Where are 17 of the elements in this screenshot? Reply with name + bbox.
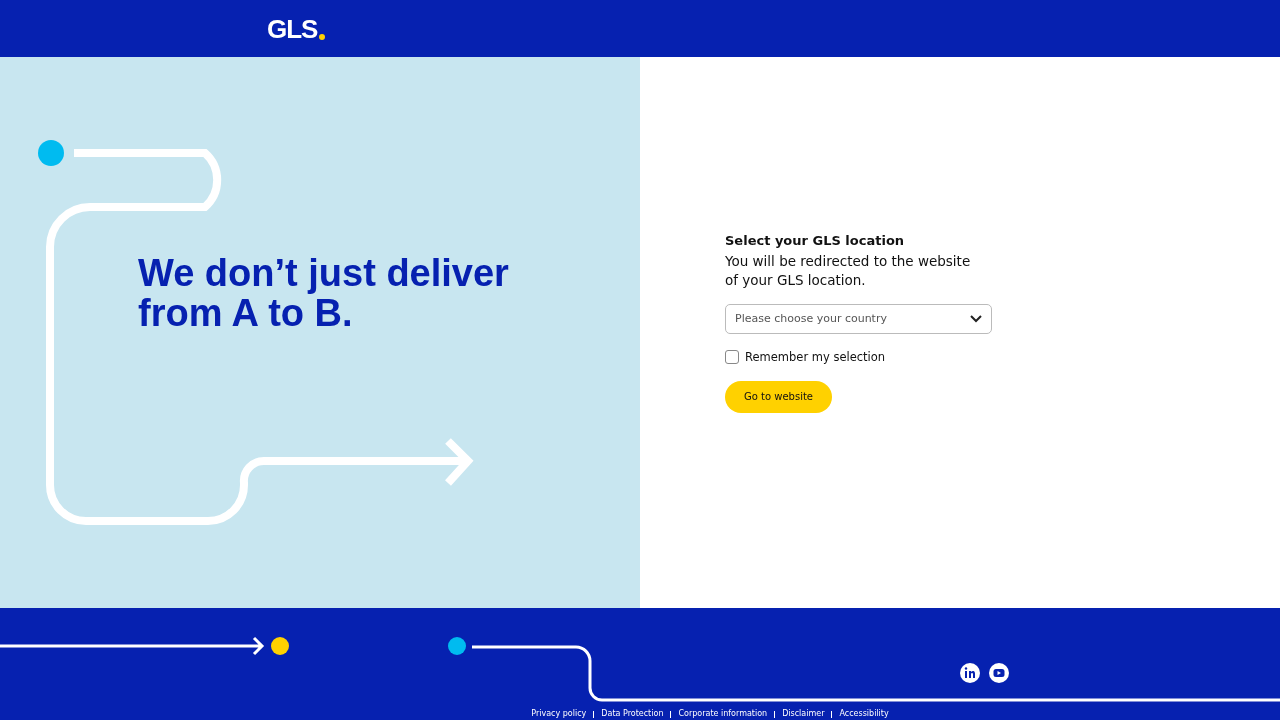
go-to-website-button[interactable]: Go to website bbox=[725, 380, 832, 413]
form-title: Select your GLS location bbox=[725, 232, 906, 248]
form-description: You will be redirected to the website of your GLS location. bbox=[725, 251, 972, 290]
footer-link[interactable]: Data Protection bbox=[601, 709, 664, 719]
linkedin-icon[interactable] bbox=[960, 663, 980, 683]
chevron-down-icon bbox=[970, 314, 982, 323]
footer-link[interactable]: Privacy policy bbox=[531, 709, 587, 719]
country-select[interactable]: Please choose your country bbox=[725, 303, 992, 334]
headline: We don’t just deliver from A to B. bbox=[138, 252, 510, 333]
dot-icon bbox=[319, 33, 326, 40]
logo[interactable]: GLS bbox=[267, 15, 318, 42]
video-play-icon[interactable] bbox=[989, 663, 1009, 683]
checkbox[interactable] bbox=[725, 349, 739, 364]
footer-link[interactable]: Accessibility bbox=[839, 709, 889, 719]
footer-link[interactable]: Disclaimer bbox=[782, 709, 825, 719]
checkbox-label[interactable]: Remember my selection bbox=[745, 349, 886, 364]
footer-link[interactable]: Corporate information bbox=[678, 709, 768, 719]
